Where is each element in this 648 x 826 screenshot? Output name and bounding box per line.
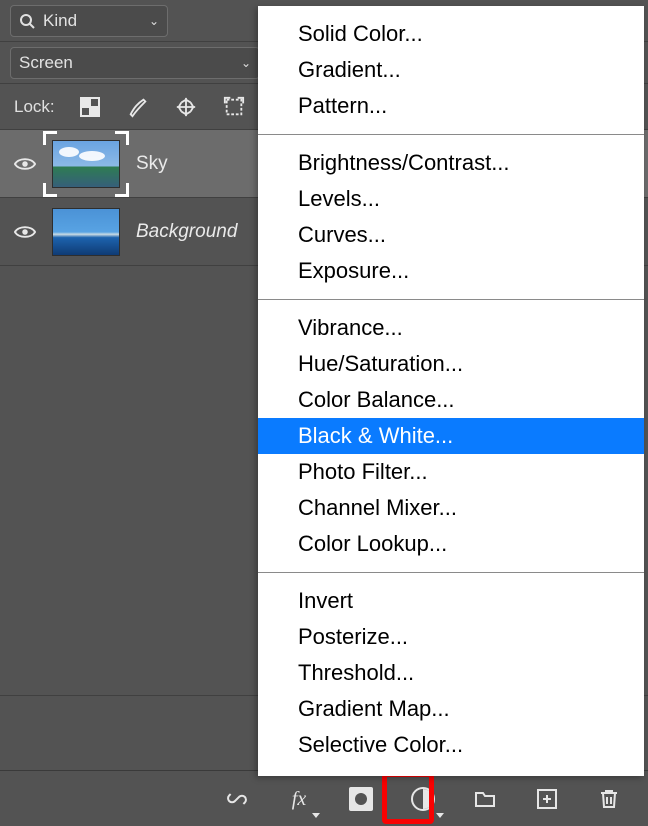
menu-item[interactable]: Solid Color...	[258, 16, 644, 52]
menu-item[interactable]: Selective Color...	[258, 727, 644, 763]
blend-mode-dropdown[interactable]: Screen ⌄	[10, 47, 260, 79]
new-adjustment-layer-icon[interactable]	[406, 782, 440, 816]
menu-item[interactable]: Curves...	[258, 217, 644, 253]
menu-item-selected[interactable]: Black & White...	[258, 418, 644, 454]
menu-item[interactable]: Gradient...	[258, 52, 644, 88]
kind-filter-label: Kind	[43, 11, 77, 31]
menu-item[interactable]: Color Balance...	[258, 382, 644, 418]
menu-item[interactable]: Pattern...	[258, 88, 644, 124]
menu-item[interactable]: Vibrance...	[258, 310, 644, 346]
layer-name[interactable]: Sky	[136, 153, 168, 175]
new-layer-icon[interactable]	[530, 782, 564, 816]
lock-label: Lock:	[14, 97, 55, 117]
new-group-icon[interactable]	[468, 782, 502, 816]
search-icon	[19, 13, 35, 29]
chevron-down-icon: ⌄	[241, 56, 251, 70]
layer-name[interactable]: Background	[136, 221, 237, 243]
menu-item[interactable]: Exposure...	[258, 253, 644, 289]
layers-panel: Kind ⌄ Screen ⌄ Lock:	[0, 0, 648, 826]
layer-thumb-wrap	[52, 140, 120, 188]
menu-item[interactable]: Levels...	[258, 181, 644, 217]
visibility-icon[interactable]	[14, 156, 36, 172]
lock-pixels-icon[interactable]	[125, 94, 151, 120]
lock-transparent-icon[interactable]	[77, 94, 103, 120]
lock-artboard-icon[interactable]	[221, 94, 247, 120]
layer-thumbnail[interactable]	[52, 208, 120, 256]
link-layers-icon[interactable]	[220, 782, 254, 816]
menu-item[interactable]: Invert	[258, 583, 644, 619]
layer-effects-icon[interactable]: fx	[282, 782, 316, 816]
lock-position-icon[interactable]	[173, 94, 199, 120]
visibility-icon[interactable]	[14, 224, 36, 240]
menu-item[interactable]: Channel Mixer...	[258, 490, 644, 526]
layer-thumbnail[interactable]	[52, 140, 120, 188]
kind-filter-dropdown[interactable]: Kind ⌄	[10, 5, 168, 37]
fill-adjustment-menu: Solid Color... Gradient... Pattern... Br…	[258, 6, 644, 776]
menu-item[interactable]: Color Lookup...	[258, 526, 644, 562]
add-mask-icon[interactable]	[344, 782, 378, 816]
menu-item[interactable]: Hue/Saturation...	[258, 346, 644, 382]
menu-item[interactable]: Threshold...	[258, 655, 644, 691]
layers-bottom-bar: fx	[0, 770, 648, 826]
blend-mode-label: Screen	[19, 53, 73, 73]
chevron-down-icon: ⌄	[149, 14, 159, 28]
menu-item[interactable]: Photo Filter...	[258, 454, 644, 490]
menu-item[interactable]: Brightness/Contrast...	[258, 145, 644, 181]
menu-item[interactable]: Posterize...	[258, 619, 644, 655]
menu-item[interactable]: Gradient Map...	[258, 691, 644, 727]
delete-layer-icon[interactable]	[592, 782, 626, 816]
